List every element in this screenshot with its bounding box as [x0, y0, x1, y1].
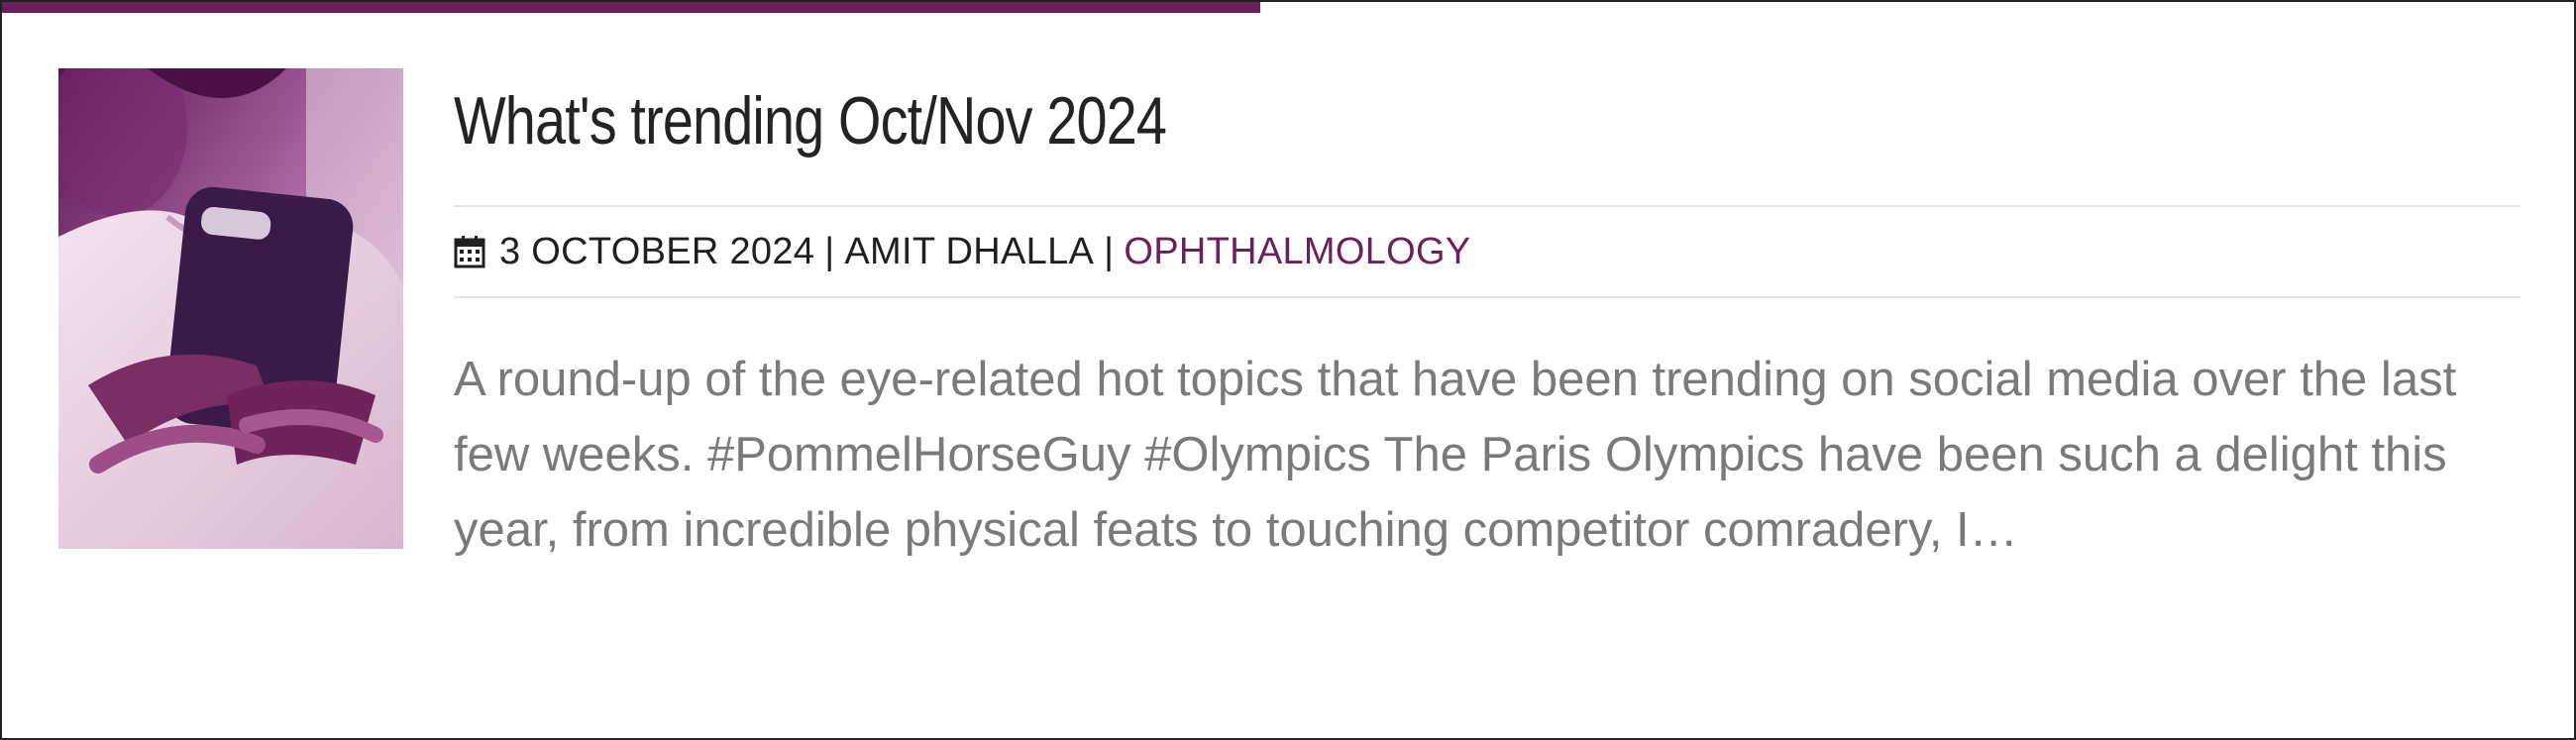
- post-author: AMIT DHALLA: [844, 230, 1095, 272]
- post-content: What's trending Oct/Nov 2024 3 OCTOBER 2…: [454, 71, 2521, 616]
- person-with-smartphone-image: [58, 68, 403, 549]
- post-thumbnail[interactable]: [58, 68, 403, 549]
- post-card: What's trending Oct/Nov 2024 3 OCTOBER 2…: [0, 0, 2576, 740]
- meta-separator: |: [1104, 230, 1115, 272]
- post-meta: 3 OCTOBER 2024 | AMIT DHALLA | OPHTHALMO…: [454, 207, 2521, 296]
- post-title[interactable]: What's trending Oct/Nov 2024: [454, 71, 2149, 170]
- accent-bar: [2, 2, 1260, 13]
- divider: [454, 296, 2521, 298]
- post-category-link[interactable]: OPHTHALMOLOGY: [1124, 231, 1470, 273]
- meta-separator: |: [824, 230, 835, 272]
- post-date: 3 OCTOBER 2024: [499, 230, 815, 272]
- post-excerpt: A round-up of the eye-related hot topics…: [454, 353, 2457, 557]
- calendar-icon: [454, 236, 485, 268]
